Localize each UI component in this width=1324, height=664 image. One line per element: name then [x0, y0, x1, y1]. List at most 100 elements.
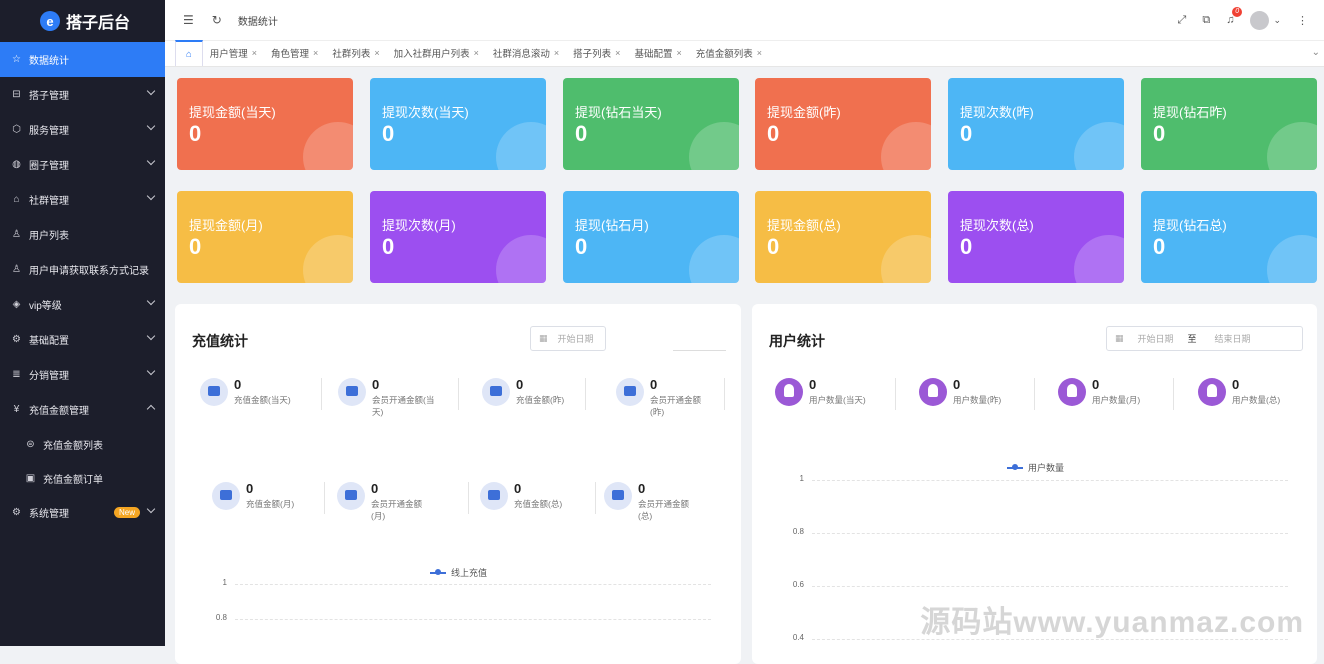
sidebar-item-label: 基础配置 [29, 336, 69, 347]
stat-card-value: 0 [767, 234, 780, 259]
recharge-stat: 0 会员开通金额(昨) [616, 378, 714, 418]
tab-role-manage[interactable]: 角色管理 × [264, 40, 325, 66]
tab-user-manage[interactable]: 用户管理 × [203, 40, 264, 66]
tab-message-scroll[interactable]: 社群消息滚动 × [486, 40, 566, 66]
translate-icon[interactable]: ⧉ [1202, 14, 1210, 27]
recharge-stat: 0 会员开通金额(月) [337, 482, 435, 522]
decor-circle [1074, 122, 1124, 170]
calendar-icon: ▦ [1115, 333, 1124, 343]
bell-icon[interactable]: ♫ 0 [1226, 7, 1243, 26]
tab-dazi-list[interactable]: 搭子列表 × [566, 40, 627, 66]
sidebar-item-contact-records[interactable]: ♙ 用户申请获取联系方式记录 [0, 252, 165, 287]
users-date-range[interactable]: ▦ 开始日期 至 结束日期 [1106, 326, 1303, 351]
sidebar-item-recharge-orders[interactable]: ▣ 充值金额订单 [0, 461, 165, 495]
stat-card: 提现(钻石总) 0 [1141, 191, 1317, 283]
divider [324, 482, 325, 514]
close-icon[interactable]: × [615, 48, 620, 58]
user-icon [775, 378, 803, 406]
sidebar-item-circle[interactable]: ◍ 圈子管理 [0, 147, 165, 182]
stat-card: 提现次数(月) 0 [370, 191, 546, 283]
sidebar-item-user-list[interactable]: ♙ 用户列表 [0, 217, 165, 252]
divider [321, 378, 322, 410]
stat-card: 提现(钻石昨) 0 [1141, 78, 1317, 170]
close-icon[interactable]: × [554, 48, 559, 58]
sidebar-item-label: 社群管理 [29, 196, 69, 207]
sidebar-item-label: vip等级 [29, 301, 62, 312]
tab-basic-config[interactable]: 基础配置 × [627, 40, 688, 66]
recharge-legend[interactable]: 线上充值 [430, 566, 487, 579]
stat-card: 提现(钻石当天) 0 [563, 78, 739, 170]
avatar[interactable] [1250, 10, 1270, 30]
recharge-date-picker[interactable]: ▦ 开始日期 [530, 326, 606, 351]
list-icon: ≣ [12, 369, 21, 380]
sidebar-item-recharge[interactable]: ¥ 充值金额管理 [0, 392, 165, 427]
close-icon[interactable]: × [757, 48, 762, 58]
app-logo[interactable]: e 搭子后台 [0, 0, 165, 42]
user-stat: 0 用户数量(总) [1198, 378, 1280, 406]
sidebar-item-label: 系统管理 [29, 509, 69, 520]
sidebar-item-basic-config[interactable]: ⚙ 基础配置 [0, 322, 165, 357]
stat-card-value: 0 [767, 121, 780, 146]
sidebar-item-label: 服务管理 [29, 126, 69, 137]
y-tick: 0.8 [792, 527, 804, 536]
tab-recharge-list[interactable]: 充值金额列表 × [689, 40, 769, 66]
wallet-icon [480, 482, 508, 510]
stat-card: 提现次数(当天) 0 [370, 78, 546, 170]
sidebar-item-label: 充值金额管理 [29, 406, 89, 417]
chevron-down-icon[interactable]: ⌄ [1312, 47, 1320, 58]
decor-circle [1267, 122, 1317, 170]
tab-home[interactable]: ⌂ [175, 40, 203, 66]
gears-icon: ⚙ [12, 334, 21, 345]
recharge-title: 充值统计 [192, 333, 248, 349]
sidebar-item-dazi[interactable]: ⊟ 搭子管理 [0, 77, 165, 112]
user-stat: 0 用户数量(昨) [919, 378, 1001, 406]
stat-card-label: 提现次数(月) [382, 218, 456, 233]
decor-circle [1267, 235, 1317, 283]
gridline [812, 586, 1288, 587]
decor-circle [881, 235, 931, 283]
sidebar-item-distribution[interactable]: ≣ 分销管理 [0, 357, 165, 392]
sidebar-item-service[interactable]: ⬡ 服务管理 [0, 112, 165, 147]
gridline [235, 584, 711, 585]
decor-circle [1074, 235, 1124, 283]
star-icon: ☆ [12, 54, 21, 65]
sidebar-item-system[interactable]: ⚙ 系统管理 New [0, 495, 165, 530]
close-icon[interactable]: × [313, 48, 318, 58]
stat-card-label: 提现(钻石总) [1153, 218, 1227, 233]
tab-join-community[interactable]: 加入社群用户列表 × [387, 40, 486, 66]
palette-icon: ◍ [12, 159, 21, 170]
close-icon[interactable]: × [676, 48, 681, 58]
sidebar-item-label: 圈子管理 [29, 161, 69, 172]
chevron-down-icon[interactable]: ⌄ [1273, 15, 1281, 26]
users-legend[interactable]: 用户数量 [1007, 461, 1064, 474]
gridline [235, 619, 711, 620]
box-icon: ⬡ [12, 124, 21, 135]
sidebar-item-label: 分销管理 [29, 371, 69, 382]
sidebar-item-recharge-list[interactable]: ⊜ 充值金额列表 [0, 427, 165, 461]
decor-circle [303, 122, 353, 170]
menu-fold-icon[interactable]: ☰ [183, 13, 194, 27]
watermark: 源码站www.yuanmaz.com [920, 606, 1304, 639]
fullscreen-icon[interactable]: ⤢ [1178, 14, 1187, 27]
close-icon[interactable]: × [374, 48, 379, 58]
recharge-stat: 0 充值金额(当天) [200, 378, 291, 406]
cart-icon: ⊟ [12, 89, 21, 100]
close-icon[interactable]: × [252, 48, 257, 58]
y-tick: 0.6 [792, 580, 804, 589]
more-icon[interactable]: ⋮ [1297, 14, 1308, 27]
divider [468, 482, 469, 514]
stat-card: 提现金额(总) 0 [755, 191, 931, 283]
sidebar-item-label: 充值金额订单 [43, 474, 103, 486]
sidebar-item-community[interactable]: ⌂ 社群管理 [0, 182, 165, 217]
wallet-icon [604, 482, 632, 510]
stat-card-value: 0 [1153, 121, 1166, 146]
tab-community-list[interactable]: 社群列表 × [325, 40, 386, 66]
chevron-down-icon [146, 296, 156, 306]
sidebar-item-data-stats[interactable]: ☆ 数据统计 [0, 42, 165, 77]
close-icon[interactable]: × [474, 48, 479, 58]
layers-icon: ◈ [12, 299, 21, 310]
gridline [812, 533, 1288, 534]
refresh-icon[interactable]: ↻ [212, 13, 222, 27]
tab-bar: ⌂ 用户管理 × 角色管理 × 社群列表 × 加入社群用户列表 × 社群消息滚动 × 搭子… [165, 40, 1324, 67]
sidebar-item-vip[interactable]: ◈ vip等级 [0, 287, 165, 322]
